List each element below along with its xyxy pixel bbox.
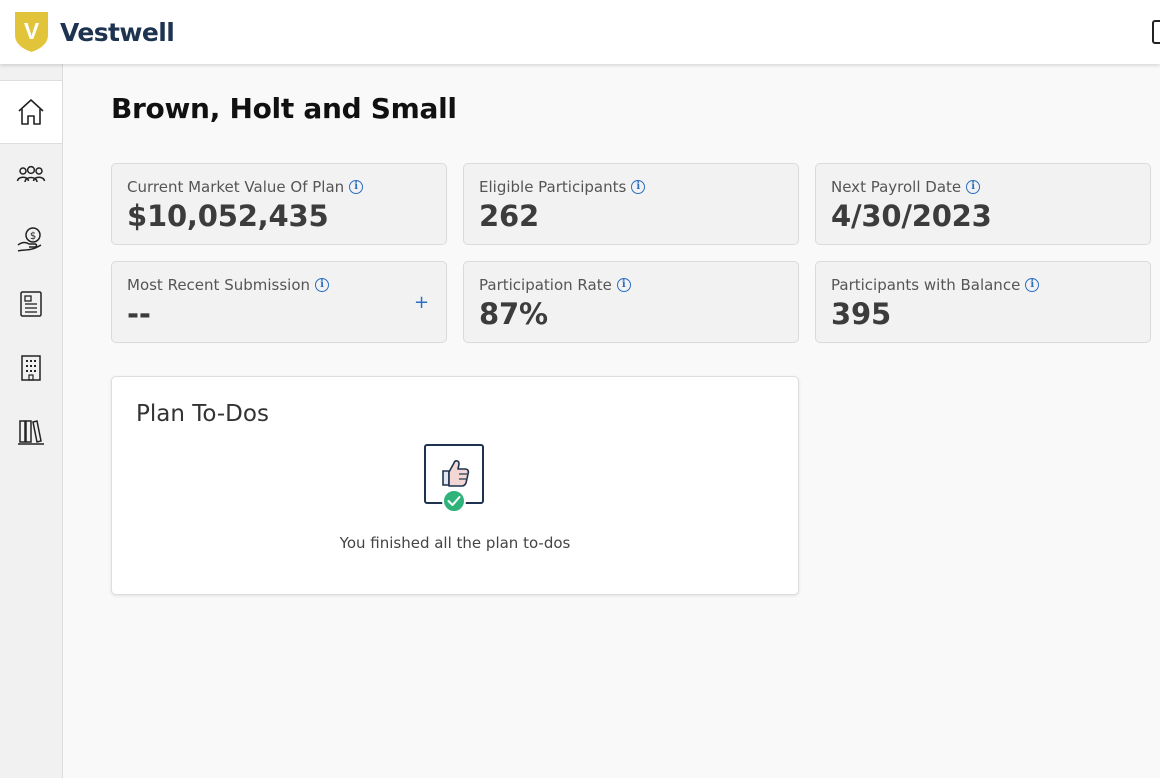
- info-icon[interactable]: i: [966, 180, 981, 194]
- hand-coin-icon: $: [17, 227, 42, 252]
- svg-text:$: $: [30, 231, 36, 242]
- plan-todos-message: You finished all the plan to-dos: [339, 534, 571, 552]
- device-icon[interactable]: [1152, 20, 1160, 44]
- stat-label: Most Recent Submission: [127, 276, 311, 294]
- stat-value: 87%: [479, 297, 548, 331]
- stat-value: $10,052,435: [127, 199, 329, 233]
- document-icon: [20, 291, 42, 317]
- info-icon[interactable]: i: [1025, 278, 1040, 292]
- sidebar-item-company[interactable]: [0, 336, 62, 400]
- stat-value: 262: [479, 199, 539, 233]
- sidebar-item-library[interactable]: [0, 400, 62, 464]
- library-icon: [18, 420, 44, 445]
- sidebar-item-contributions[interactable]: $: [0, 208, 62, 272]
- stat-value: 4/30/2023: [831, 199, 992, 233]
- plan-todos-card: Plan To-Dos You finished all the plan to…: [111, 376, 799, 595]
- stat-card-participation-rate: Participation Rate i 87%: [463, 261, 799, 343]
- sidebar-item-documents[interactable]: [0, 272, 62, 336]
- info-icon[interactable]: i: [315, 278, 330, 292]
- stat-card-next-payroll-date: Next Payroll Date i 4/30/2023: [815, 163, 1151, 245]
- svg-text:V: V: [24, 18, 40, 44]
- sidebar-item-people[interactable]: [0, 144, 62, 208]
- stat-label: Next Payroll Date: [831, 178, 962, 196]
- info-icon[interactable]: i: [631, 180, 646, 194]
- stat-value: --: [127, 297, 151, 331]
- people-icon: [16, 165, 46, 183]
- add-submission-button[interactable]: +: [414, 292, 429, 313]
- top-bar: V Vestwell: [0, 0, 1160, 64]
- stat-label: Participants with Balance: [831, 276, 1021, 294]
- stat-value: 395: [831, 297, 891, 331]
- stat-card-market-value: Current Market Value Of Plan i $10,052,4…: [111, 163, 447, 245]
- stat-label: Participation Rate: [479, 276, 612, 294]
- brand-name: Vestwell: [60, 17, 175, 47]
- stat-card-participants-with-balance: Participants with Balance i 395: [815, 261, 1151, 343]
- stat-label: Current Market Value Of Plan: [127, 178, 345, 196]
- stat-label: Eligible Participants: [479, 178, 627, 196]
- info-icon[interactable]: i: [349, 180, 364, 194]
- stat-card-recent-submission: Most Recent Submission i -- +: [111, 261, 447, 343]
- home-icon: [18, 99, 44, 125]
- vestwell-logo[interactable]: V Vestwell: [14, 11, 175, 53]
- stat-card-eligible-participants: Eligible Participants i 262: [463, 163, 799, 245]
- sidebar-item-home[interactable]: [0, 80, 62, 144]
- plan-todos-title: Plan To-Dos: [136, 401, 269, 427]
- page-title: Brown, Holt and Small: [111, 92, 457, 125]
- shield-logo-icon: V: [15, 12, 48, 52]
- thumbs-up-check-icon: [424, 444, 484, 513]
- sidebar-nav: $: [0, 64, 63, 778]
- building-icon: [21, 355, 41, 381]
- info-icon[interactable]: i: [616, 278, 631, 292]
